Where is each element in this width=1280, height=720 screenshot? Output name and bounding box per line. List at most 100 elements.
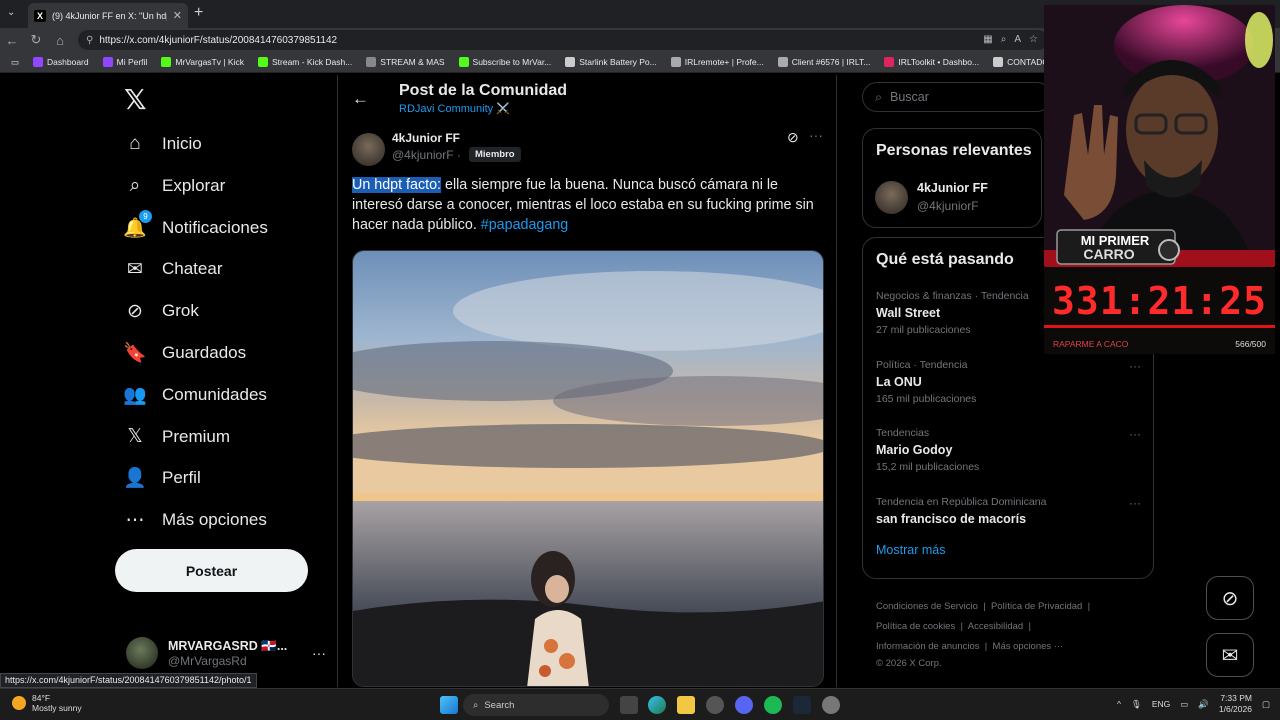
clock[interactable]: 7:33 PM 1/6/2026 [1219,693,1252,715]
bookmark-label: Subscribe to MrVar... [472,57,552,67]
network-icon[interactable]: ▭ [1180,699,1188,710]
bookmark-item[interactable]: Starlink Battery Po... [558,57,663,67]
url-bar[interactable]: ⚲ https://x.com/4kjuniorF/status/2008414… [78,30,1048,50]
hashtag-link[interactable]: #papadagang [481,217,568,233]
trends-title: Qué está pasando [876,251,1014,268]
favorite-star-icon[interactable]: ☆ [1029,34,1038,45]
nav-item-premium[interactable]: 𝕏 Premium [124,426,230,448]
reading-list-icon[interactable]: ▭ [4,57,26,68]
show-more-link[interactable]: Mostrar más [876,543,945,557]
microphone-icon[interactable]: 🎙 [1131,699,1142,710]
tab-list-dropdown-icon[interactable]: ⌄ [7,7,15,18]
search-icon: ⌕ [129,174,141,196]
grok-explain-icon[interactable]: ⊘ [787,129,799,146]
taskbar-search-icon: ⌕ [473,699,479,711]
terms-link[interactable]: Condiciones de Servicio [876,601,978,612]
nav-item-notificaciones[interactable]: 🔔 9 Notificaciones [123,209,268,239]
relevant-person-handle[interactable]: @4kjuniorF [917,199,979,213]
post-button[interactable]: Postear [115,549,308,592]
edge-icon[interactable] [648,696,666,714]
back-nav-icon[interactable]: ← [0,33,24,48]
account-switcher[interactable]: MRVARGASRD 🇩🇴... @MrVargasRd ··· [126,633,326,673]
discord-icon[interactable] [735,696,753,714]
person-icon: 👤 [123,468,147,490]
privacy-link[interactable]: Política de Privacidad [991,601,1082,612]
obs-icon[interactable] [706,696,724,714]
accessibility-link[interactable]: Accesibilidad [968,621,1023,632]
new-tab-button[interactable]: + [194,4,203,22]
home-nav-icon[interactable]: ⌂ [48,33,72,48]
relevant-people-card: Personas relevantes 4kJunior FF @4kjunio… [862,128,1042,228]
trend-name: La ONU [876,374,922,389]
site-info-icon[interactable]: ⚲ [86,35,93,46]
relevant-person-name[interactable]: 4kJunior FF [917,181,988,195]
more-options-link[interactable]: Más opciones ··· [993,641,1064,652]
taskbar-search[interactable]: ⌕ Search [463,694,609,716]
post-author-name[interactable]: 4kJunior FF [392,131,460,145]
nav-label: Comunidades [162,384,267,404]
grok-fab-button[interactable]: ⊘ [1206,576,1254,620]
post-author-handle[interactable]: @4kjuniorF · [392,148,461,162]
ads-info-link[interactable]: Información de anuncios [876,641,980,652]
task-view-icon[interactable] [620,696,638,714]
nav-item-explorar[interactable]: ⌕ Explorar [124,174,226,197]
read-aloud-icon[interactable]: A [1014,34,1021,45]
bookmark-item[interactable]: MrVargasTv | Kick [154,57,251,67]
nav-item-guardados[interactable]: 🔖 Guardados [123,342,247,364]
browser-tab-active[interactable]: X (9) 4kJunior FF en X: "Un hdpt facto" … [28,3,188,28]
bookmark-favicon-icon [670,57,681,67]
nav-item-inicio[interactable]: ⌂ Inicio [124,133,202,155]
trend-item[interactable]: Tendencia en República Dominicana san fra… [876,496,1141,526]
zoom-icon[interactable]: ⌕ [1001,34,1007,45]
trend-more-icon[interactable]: ··· [1129,359,1141,373]
steam-icon[interactable] [793,696,811,714]
post-photo[interactable] [352,250,824,687]
nav-item-más-opciones[interactable]: ⋯ Más opciones [124,509,267,531]
weather-widget[interactable]: 84°F Mostly sunny [12,693,82,713]
grok-icon: ⊘ [127,300,143,322]
tray-overflow-icon[interactable]: ^ [1117,699,1121,709]
notifications-icon[interactable]: ▢ [1262,699,1270,710]
bookmark-item[interactable]: Client #6576 | IRLT... [771,57,878,67]
spotify-icon[interactable] [764,696,782,714]
bookmark-item[interactable]: STREAM & MAS [359,57,451,67]
community-link[interactable]: RDJavi Community ⚔️ [399,102,510,115]
tab-close-icon[interactable]: ✕ [173,9,182,22]
nav-item-perfil[interactable]: 👤 Perfil [123,467,201,490]
trend-more-icon[interactable]: ··· [1129,427,1141,441]
account-more-icon[interactable]: ··· [312,645,326,661]
settings-gear-icon[interactable] [822,696,840,714]
post-author-avatar[interactable] [352,133,385,166]
bookmark-label: Starlink Battery Po... [579,57,657,67]
bookmark-favicon-icon [777,57,788,67]
relevant-person-avatar[interactable] [875,181,908,214]
nav-item-grok[interactable]: ⊘ Grok [124,300,199,322]
file-explorer-icon[interactable] [677,696,695,714]
post-more-icon[interactable]: ··· [809,127,823,143]
reload-icon[interactable]: ↻ [24,32,48,48]
language-indicator[interactable]: ENG [1152,699,1170,709]
bookmark-item[interactable]: Mi Perfil [96,57,155,67]
bookmark-item[interactable]: IRLremote+ | Profe... [664,57,771,67]
search-input[interactable]: ⌕ Buscar [862,82,1052,112]
apps-icon[interactable]: ▦ [983,34,992,45]
nav-item-chatear[interactable]: ✉ Chatear [124,258,222,280]
bookmark-item[interactable]: Subscribe to MrVar... [452,57,559,67]
trend-item[interactable]: Política · Tendencia La ONU 165 mil public… [876,359,1141,405]
left-navigation: 𝕏 ⌂ Inicio ⌕ Explorar 🔔 9 Notificaciones ✉ Chate… [110,75,335,687]
bookmark-item[interactable]: IRLToolkit • Dashbo... [877,57,986,67]
bookmark-item[interactable]: Stream - Kick Dash... [251,57,359,67]
nav-label: Inicio [162,134,202,153]
bookmark-item[interactable]: Dashboard [26,57,96,67]
volume-icon[interactable]: 🔊 [1198,699,1209,710]
trend-item[interactable]: Tendencias Mario Godoy 15,2 mil publicacio… [876,427,1141,473]
windows-start-icon[interactable] [440,696,458,714]
x-logo-icon[interactable]: 𝕏 [124,83,147,116]
nav-label: Guardados [162,343,247,362]
messages-fab-button[interactable]: ✉ [1206,633,1254,677]
trend-more-icon[interactable]: ··· [1129,496,1141,510]
nav-item-comunidades[interactable]: 👥 Comunidades [123,384,267,406]
trend-post-count: 15,2 mil publicaciones [876,461,980,473]
back-arrow-icon[interactable]: ← [352,89,369,109]
cookies-link[interactable]: Política de cookies [876,621,955,632]
